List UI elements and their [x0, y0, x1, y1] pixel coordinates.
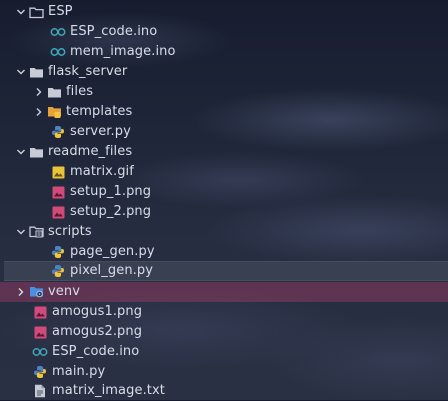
tree-item-label: ESP_code.ino	[52, 344, 140, 359]
tree-item-label: amogus1.png	[52, 304, 143, 319]
text-file-icon	[32, 383, 48, 399]
tree-file-setup-1-png[interactable]: setup_1.png	[0, 182, 448, 202]
tree-item-label: scripts	[48, 224, 92, 239]
tree-file-esp-code-ino-root[interactable]: ESP_code.ino	[0, 342, 448, 362]
tree-item-label: files	[66, 84, 94, 99]
tree-folder-files[interactable]: files	[0, 82, 448, 102]
tree-item-label: matrix.gif	[70, 164, 134, 179]
python-icon	[50, 244, 66, 260]
python-icon	[50, 124, 66, 140]
gif-image-icon	[50, 164, 66, 180]
chevron-down-icon[interactable]	[14, 62, 28, 82]
png-image-icon	[50, 184, 66, 200]
chevron-down-icon[interactable]	[14, 2, 28, 22]
chevron-right-icon[interactable]	[14, 282, 28, 302]
tree-item-label: templates	[66, 104, 133, 119]
tree-folder-readme-files[interactable]: readme_files	[0, 142, 448, 162]
chevron-down-icon[interactable]	[14, 222, 28, 242]
tree-folder-venv[interactable]: venv	[0, 282, 448, 302]
templates-folder-icon	[46, 104, 62, 120]
chevron-right-icon[interactable]	[32, 102, 46, 122]
tree-item-label: pixel_gen.py	[70, 263, 154, 278]
tree-file-page-gen-py[interactable]: page_gen.py	[0, 242, 448, 262]
tree-item-label: amogus2.png	[52, 324, 143, 339]
tree-file-server-py[interactable]: server.py	[0, 122, 448, 142]
tree-item-label: setup_2.png	[70, 204, 152, 219]
python-icon	[50, 263, 66, 279]
chevron-right-icon[interactable]	[32, 82, 46, 102]
tree-item-label: setup_1.png	[70, 184, 152, 199]
tree-item-label: page_gen.py	[70, 244, 155, 259]
png-image-icon	[50, 204, 66, 220]
venv-folder-icon	[28, 284, 44, 300]
chevron-down-icon[interactable]	[14, 142, 28, 162]
tree-item-label: venv	[48, 284, 81, 299]
folder-open-icon	[28, 4, 44, 20]
scripts-folder-icon	[28, 224, 44, 240]
tree-item-label: flask_server	[48, 64, 128, 79]
tree-folder-scripts[interactable]: scripts	[0, 222, 448, 242]
arduino-icon	[32, 344, 48, 360]
tree-file-mem-image-ino[interactable]: mem_image.ino	[0, 42, 448, 62]
tree-file-matrix-gif[interactable]: matrix.gif	[0, 162, 448, 182]
png-image-icon	[32, 304, 48, 320]
arduino-icon	[50, 24, 66, 40]
tree-file-setup-2-png[interactable]: setup_2.png	[0, 202, 448, 222]
tree-file-matrix-image-txt[interactable]: matrix_image.txt	[0, 381, 448, 401]
tree-file-main-py[interactable]: main.py	[0, 362, 448, 382]
tree-item-label: mem_image.ino	[70, 44, 176, 59]
tree-item-label: matrix_image.txt	[52, 383, 165, 398]
tree-folder-esp[interactable]: ESP	[0, 2, 448, 22]
tree-file-amogus2-png[interactable]: amogus2.png	[0, 322, 448, 342]
folder-icon	[46, 84, 62, 100]
tree-file-pixel-gen-py[interactable]: pixel_gen.py	[4, 261, 448, 281]
tree-folder-flask-server[interactable]: flask_server	[0, 62, 448, 82]
tree-file-amogus1-png[interactable]: amogus1.png	[0, 302, 448, 322]
tree-folder-templates[interactable]: templates	[0, 102, 448, 122]
folder-icon	[28, 64, 44, 80]
arduino-icon	[50, 44, 66, 60]
tree-item-label: ESP_code.ino	[70, 24, 158, 39]
tree-item-label: readme_files	[48, 144, 133, 159]
file-explorer: ESP ESP_code.ino mem_image.ino flask_ser…	[0, 0, 448, 400]
tree-item-label: main.py	[52, 364, 106, 379]
tree-file-esp-code-ino[interactable]: ESP_code.ino	[0, 22, 448, 42]
tree-item-label: server.py	[70, 124, 131, 139]
tree-item-label: ESP	[48, 4, 73, 19]
python-icon	[32, 364, 48, 380]
folder-icon	[28, 144, 44, 160]
png-image-icon	[32, 324, 48, 340]
